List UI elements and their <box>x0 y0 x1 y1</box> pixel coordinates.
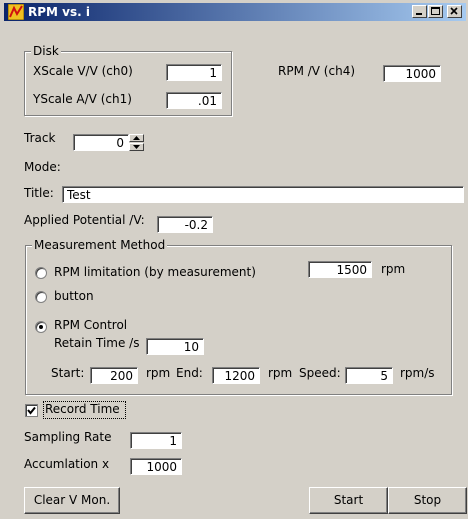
speed-input[interactable] <box>345 367 393 384</box>
spin-down-button[interactable] <box>129 143 144 151</box>
radio-button[interactable] <box>35 291 47 303</box>
radio-rpm-limitation[interactable] <box>35 267 47 279</box>
sampling-rate-label: Sampling Rate <box>24 430 112 444</box>
accumulation-input[interactable] <box>130 458 182 475</box>
stop-button[interactable]: Stop <box>388 487 467 514</box>
applied-potential-label: Applied Potential /V: <box>24 213 145 227</box>
rpm-limit-input[interactable] <box>308 261 372 278</box>
record-time-checkbox[interactable] <box>25 404 38 417</box>
yscale-label: YScale A/V (ch1) <box>33 92 132 106</box>
start-rpm-input[interactable] <box>90 367 138 384</box>
track-label: Track <box>24 131 56 145</box>
yscale-input[interactable] <box>166 92 222 109</box>
end-rpm-label: End: <box>176 366 203 380</box>
rpm-label: RPM /V (ch4) <box>278 64 356 78</box>
end-rpm-unit: rpm <box>268 366 293 380</box>
title-input[interactable] <box>62 186 464 203</box>
radio-rpm-control-label: RPM Control <box>54 318 128 332</box>
app-icon <box>7 3 25 21</box>
start-rpm-label: Start: <box>51 366 85 380</box>
retain-time-label: Retain Time /s <box>54 336 140 350</box>
window-title: RPM vs. i <box>28 5 90 19</box>
speed-label: Speed: <box>299 366 341 380</box>
minimize-button[interactable] <box>412 5 427 18</box>
radio-rpm-limitation-label: RPM limitation (by measurement) <box>54 265 256 279</box>
applied-potential-input[interactable] <box>157 216 213 233</box>
speed-unit: rpm/s <box>400 366 435 380</box>
start-rpm-unit: rpm <box>146 366 171 380</box>
radio-rpm-control[interactable] <box>35 321 47 333</box>
end-rpm-input[interactable] <box>212 367 260 384</box>
maximize-button[interactable] <box>428 5 443 18</box>
accumulation-label: Accumlation x <box>24 457 110 471</box>
spin-up-button[interactable] <box>129 134 144 142</box>
mode-label: Mode: <box>24 160 61 174</box>
sampling-rate-input[interactable] <box>130 432 182 449</box>
record-time-label: Record Time <box>45 402 120 416</box>
xscale-input[interactable] <box>166 64 222 81</box>
close-button[interactable] <box>447 5 462 18</box>
rpm-input[interactable] <box>383 65 441 82</box>
clear-v-mon-button[interactable]: Clear V Mon. <box>24 487 120 514</box>
radio-button-label: button <box>54 289 94 303</box>
title-bar[interactable]: RPM vs. i <box>4 3 466 21</box>
title-label: Title: <box>24 186 54 200</box>
app-window: RPM vs. i Disk XScale V/V (ch0) YScale A… <box>0 0 468 519</box>
rpm-limit-unit: rpm <box>381 262 406 276</box>
start-button[interactable]: Start <box>309 487 388 514</box>
xscale-label: XScale V/V (ch0) <box>33 64 133 78</box>
measurement-method-legend: Measurement Method <box>32 238 168 252</box>
track-spinner[interactable] <box>129 134 144 151</box>
disk-legend: Disk <box>31 44 61 58</box>
retain-time-input[interactable] <box>146 338 204 355</box>
track-input[interactable] <box>73 134 129 151</box>
